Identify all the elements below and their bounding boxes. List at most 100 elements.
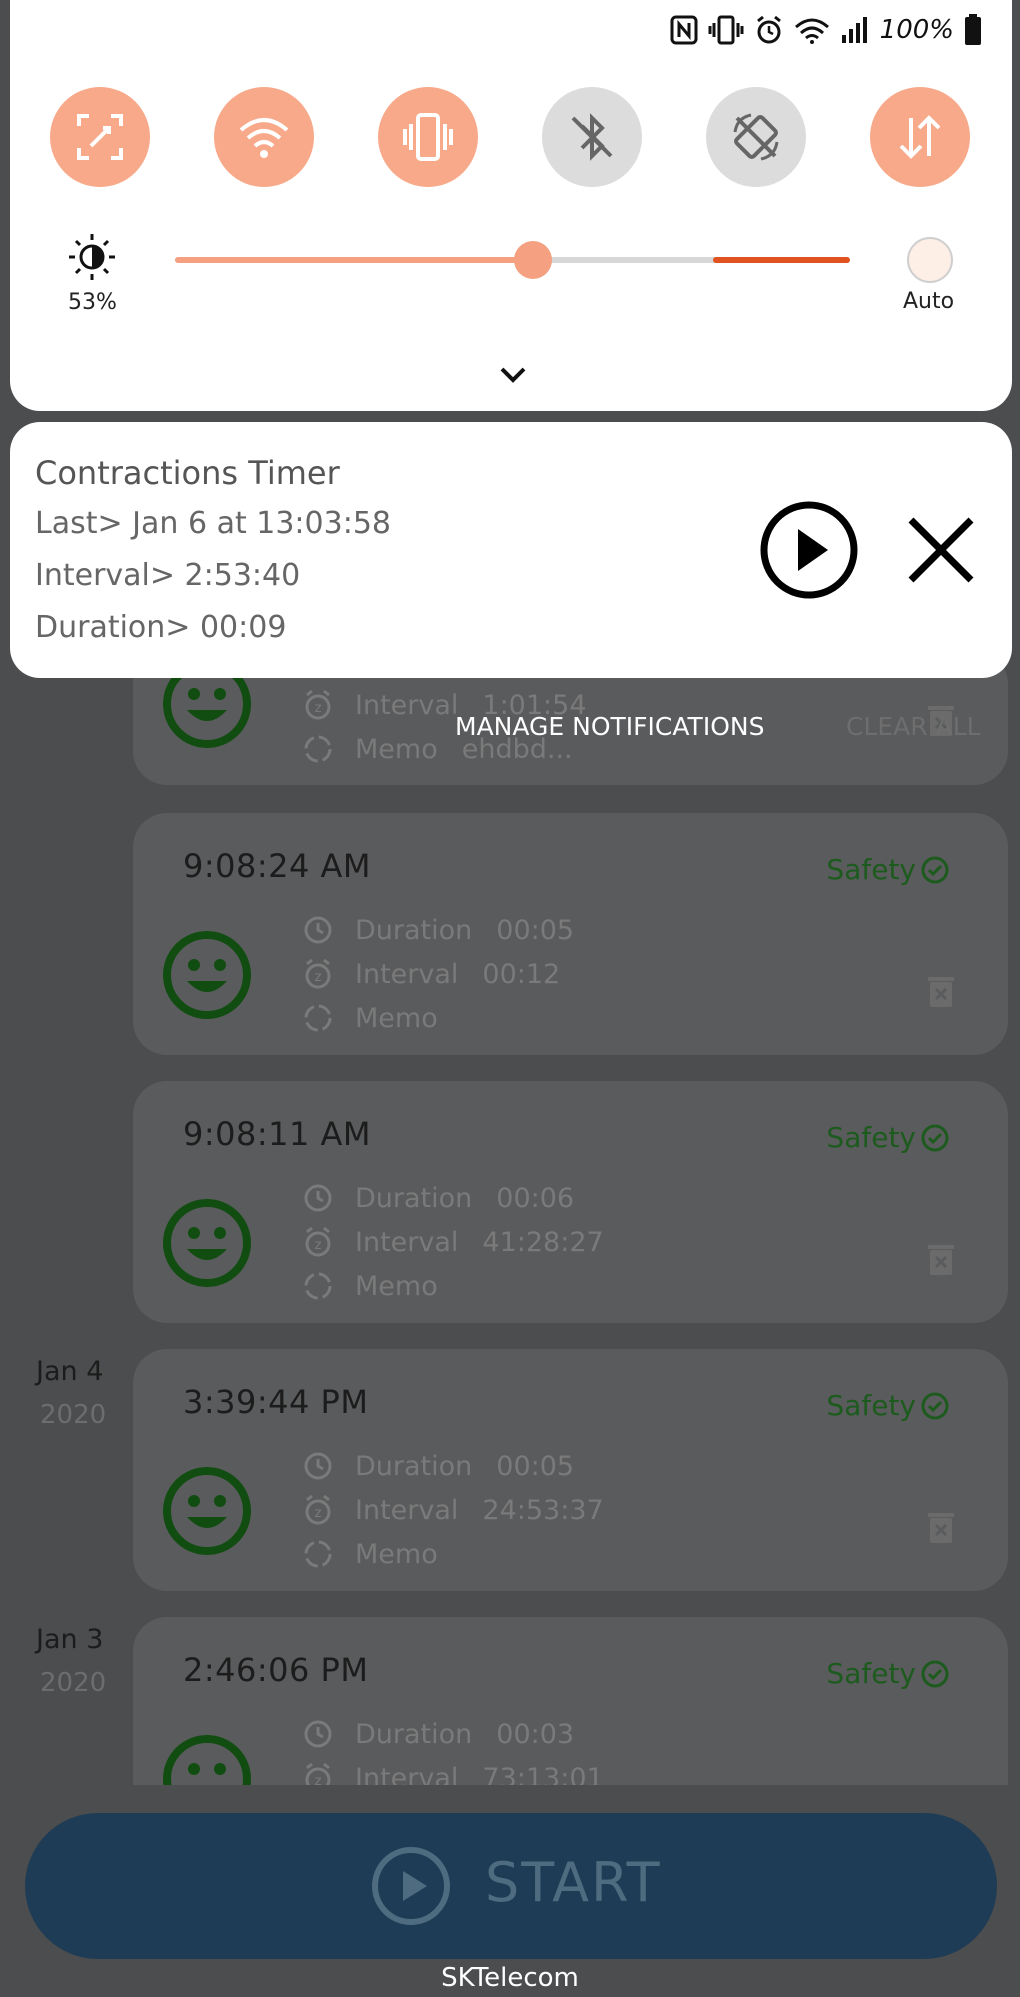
start-label: START bbox=[485, 1851, 662, 1914]
brightness-fill bbox=[175, 257, 533, 263]
quick-settings-panel: 100% 53% Auto bbox=[10, 0, 1012, 411]
duration-value: 00:05 bbox=[496, 1450, 575, 1482]
duration-row: Duration 00:06 bbox=[301, 1181, 574, 1215]
vibrate-status-icon bbox=[708, 15, 744, 45]
record-card[interactable]: 3:39:44 PM Safety Duration 00:05 z Inter… bbox=[133, 1349, 1008, 1591]
record-card[interactable]: 9:08:24 AM Safety Duration 00:05 z Inter… bbox=[133, 813, 1008, 1055]
interval-value: 41:28:27 bbox=[482, 1226, 604, 1258]
notification-duration: Duration> 00:09 bbox=[35, 610, 287, 645]
duration-row: Duration 00:05 bbox=[301, 1449, 574, 1483]
expand-chevron-icon[interactable] bbox=[498, 364, 528, 386]
brightness-slider[interactable] bbox=[175, 241, 850, 279]
duration-label: Duration bbox=[355, 1182, 473, 1214]
record-card[interactable]: 2:46:06 PM Safety Duration 00:03 z Inter… bbox=[133, 1617, 1008, 1785]
check-circle-icon bbox=[921, 856, 949, 883]
duration-value: 00:05 bbox=[496, 914, 575, 946]
notification-last: Last> Jan 6 at 13:03:58 bbox=[35, 506, 391, 541]
duration-value: 00:03 bbox=[496, 1718, 575, 1750]
interval-label: Interval bbox=[355, 1494, 459, 1526]
trash-icon[interactable] bbox=[926, 1509, 956, 1545]
smiley-icon bbox=[163, 1735, 251, 1785]
status-bar: 100% bbox=[670, 14, 982, 46]
interval-row: z Interval 24:53:37 bbox=[301, 1493, 604, 1527]
auto-rotate-tile[interactable] bbox=[706, 87, 806, 187]
duration-label: Duration bbox=[355, 914, 473, 946]
battery-percent: 100% bbox=[879, 15, 954, 45]
memo-row: Memo bbox=[301, 1001, 462, 1035]
wifi-icon bbox=[239, 118, 289, 158]
duration-label: Duration bbox=[355, 1718, 473, 1750]
screen-capture-tile[interactable] bbox=[50, 87, 150, 187]
brightness-thumb[interactable] bbox=[513, 241, 552, 279]
notification-title: Contractions Timer bbox=[35, 454, 340, 492]
vibrate-tile[interactable] bbox=[378, 87, 478, 187]
trash-icon[interactable] bbox=[926, 973, 956, 1009]
safety-status: Safety bbox=[826, 1389, 950, 1422]
vibrate-icon bbox=[403, 113, 453, 161]
memo-icon bbox=[304, 1004, 332, 1032]
interval-row: z Interval 73:13:01 bbox=[301, 1761, 604, 1785]
interval-row: z Interval 41:28:27 bbox=[301, 1225, 604, 1259]
duration-row: Duration 00:05 bbox=[301, 913, 574, 947]
interval-row: z Interval 00:12 bbox=[301, 957, 560, 991]
battery-icon bbox=[965, 14, 981, 45]
smiley-icon bbox=[163, 1199, 251, 1287]
mobile-data-icon bbox=[899, 115, 941, 159]
mobile-data-tile[interactable] bbox=[870, 87, 970, 187]
alarm-icon: z bbox=[305, 689, 331, 720]
smiley-icon bbox=[163, 1467, 251, 1555]
auto-brightness-toggle[interactable] bbox=[907, 237, 953, 283]
play-circle-icon bbox=[372, 1847, 450, 1925]
duration-label: Duration bbox=[355, 1450, 473, 1482]
trash-icon[interactable] bbox=[926, 1241, 956, 1277]
safety-status: Safety bbox=[826, 1121, 950, 1154]
year-label: 2020 bbox=[40, 1400, 107, 1430]
brightness-percent: 53% bbox=[68, 290, 117, 315]
interval-label: Interval bbox=[355, 958, 459, 990]
safety-label: Safety bbox=[826, 853, 916, 886]
memo-label: Memo bbox=[355, 1002, 438, 1034]
notification-card[interactable]: Contractions Timer Last> Jan 6 at 13:03:… bbox=[10, 422, 1012, 678]
interval-value: 00:12 bbox=[482, 958, 561, 990]
nfc-icon bbox=[670, 15, 698, 45]
alarm-icon: z bbox=[305, 1762, 331, 1785]
alarm-icon: z bbox=[305, 1226, 331, 1257]
clear-all-button[interactable]: CLEAR ALL bbox=[846, 712, 981, 741]
manage-notifications-button[interactable]: MANAGE NOTIFICATIONS bbox=[455, 712, 764, 741]
memo-row: Memo bbox=[301, 1269, 462, 1303]
wifi-tile[interactable] bbox=[214, 87, 314, 187]
brightness-icon bbox=[69, 234, 115, 280]
auto-brightness-label: Auto bbox=[903, 289, 955, 314]
history-icon bbox=[304, 1184, 332, 1212]
svg-text:z: z bbox=[315, 1238, 322, 1253]
history-icon bbox=[304, 916, 332, 944]
record-time: 9:08:24 AM bbox=[183, 847, 372, 885]
memo-label: Memo bbox=[355, 1270, 438, 1302]
memo-label: Memo bbox=[355, 733, 438, 765]
safety-label: Safety bbox=[826, 1389, 916, 1422]
play-icon[interactable] bbox=[758, 499, 860, 601]
record-card[interactable]: 9:08:11 AM Safety Duration 00:06 z Inter… bbox=[133, 1081, 1008, 1323]
smiley-icon bbox=[163, 931, 251, 1019]
alarm-icon: z bbox=[305, 958, 331, 989]
date-label: Jan 4 bbox=[36, 1356, 104, 1387]
check-circle-icon bbox=[921, 1660, 949, 1687]
duration-value: 00:06 bbox=[496, 1182, 575, 1214]
memo-icon bbox=[304, 1540, 332, 1568]
screen-capture-icon bbox=[77, 114, 123, 160]
bluetooth-tile[interactable] bbox=[542, 87, 642, 187]
safety-label: Safety bbox=[826, 1657, 916, 1690]
check-circle-icon bbox=[921, 1124, 949, 1151]
history-icon bbox=[304, 1720, 332, 1748]
wifi-status-icon bbox=[794, 18, 829, 44]
alarm-status-icon bbox=[756, 15, 781, 44]
interval-value: 73:13:01 bbox=[482, 1762, 604, 1786]
duration-row: Duration 00:03 bbox=[301, 1717, 574, 1751]
signal-icon bbox=[841, 17, 867, 43]
notification-interval: Interval> 2:53:40 bbox=[35, 558, 301, 593]
history-icon bbox=[304, 1452, 332, 1480]
close-icon[interactable] bbox=[905, 514, 977, 586]
memo-label: Memo bbox=[355, 1538, 438, 1570]
start-button[interactable]: START bbox=[25, 1813, 997, 1959]
svg-text:z: z bbox=[315, 1506, 322, 1521]
